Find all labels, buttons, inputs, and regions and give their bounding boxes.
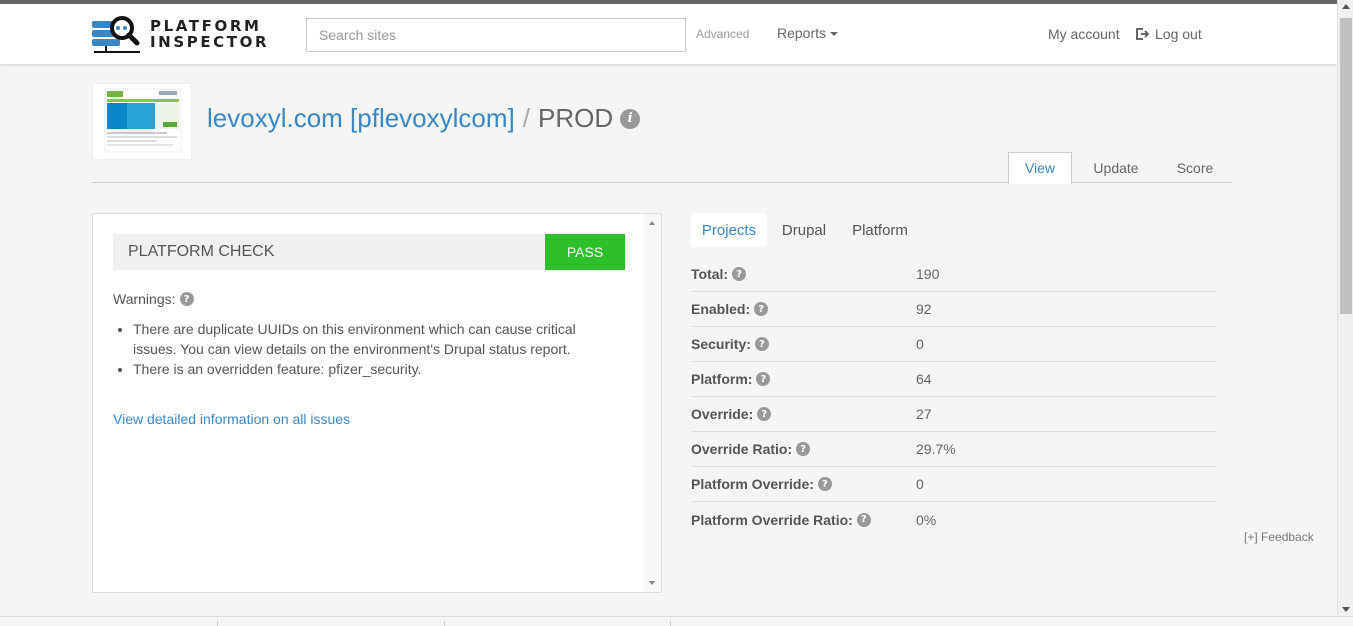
list-item: There is an overridden feature: pfizer_s… (133, 359, 593, 379)
my-account-link[interactable]: My account (1048, 26, 1120, 42)
search-sites-input[interactable] (306, 18, 686, 52)
page-vertical-scrollbar[interactable] (1337, 0, 1353, 616)
stat-label: Override: (691, 406, 754, 422)
stat-label: Total: (691, 266, 729, 282)
platform-check-title: PLATFORM CHECK (113, 234, 545, 270)
info-icon[interactable]: i (620, 108, 641, 129)
help-icon[interactable]: ? (754, 337, 769, 351)
logout-icon (1136, 28, 1149, 40)
table-row: Platform Override Ratio:? 0% (691, 502, 1216, 537)
table-row: Security:? 0 (691, 327, 1216, 362)
stat-value: 64 (916, 371, 932, 387)
top-navbar: PLATFORM INSPECTOR Advanced Reports My a… (0, 0, 1337, 64)
table-row: Enabled:? 92 (691, 292, 1216, 327)
environment-label: PROD (538, 103, 614, 133)
table-row: Override Ratio:? 29.7% (691, 432, 1216, 467)
table-row: Platform Override:? 0 (691, 467, 1216, 502)
stat-value: 29.7% (916, 441, 956, 457)
panel-scrollbar[interactable] (644, 214, 661, 592)
stat-label: Platform Override: (691, 476, 814, 492)
site-screenshot-thumbnail (92, 83, 192, 160)
logout-link[interactable]: Log out (1135, 26, 1202, 42)
warnings-label: Warnings: (113, 291, 176, 307)
bottom-edge (0, 616, 1353, 626)
stat-value: 0 (916, 336, 924, 352)
stat-value: 0 (916, 476, 924, 492)
logo-server-magnifier-icon (92, 13, 144, 55)
logo-text-line2: INSPECTOR (150, 33, 270, 51)
view-detailed-info-link[interactable]: View detailed information on all issues (113, 411, 350, 427)
scroll-down-arrow-icon[interactable] (649, 581, 655, 585)
stat-value: 27 (916, 406, 932, 422)
help-icon[interactable]: ? (856, 512, 871, 527)
platform-inspector-logo[interactable]: PLATFORM INSPECTOR (92, 12, 267, 56)
tab-view[interactable]: View (1008, 152, 1072, 184)
table-row: Platform:? 64 (691, 362, 1216, 397)
stat-label: Platform: (691, 371, 753, 387)
title-separator: / (522, 103, 530, 133)
tab-platform[interactable]: Platform (843, 213, 917, 247)
logout-label: Log out (1155, 26, 1202, 42)
caret-down-icon (830, 32, 839, 37)
platform-check-panel: PLATFORM CHECK PASS Warnings: ? There ar… (92, 213, 662, 593)
reports-dropdown[interactable]: Reports (777, 25, 839, 41)
tab-drupal[interactable]: Drupal (771, 213, 837, 247)
stats-table: Total:? 190 Enabled:? 92 Security:? 0 Pl… (691, 257, 1216, 537)
tab-update[interactable]: Update (1082, 152, 1150, 183)
stat-label: Enabled: (691, 301, 751, 317)
list-item: There are duplicate UUIDs on this enviro… (133, 319, 593, 359)
scroll-up-arrow-icon[interactable] (649, 221, 655, 225)
advanced-search-link[interactable]: Advanced (696, 27, 749, 41)
table-row: Override:? 27 (691, 397, 1216, 432)
feedback-toggle[interactable]: [+] Feedback (1244, 530, 1314, 544)
warnings-list: There are duplicate UUIDs on this enviro… (133, 319, 593, 379)
stat-value: 190 (916, 266, 940, 282)
help-icon[interactable]: ? (757, 407, 772, 421)
main-tabs: View Update Score (92, 152, 1232, 184)
help-icon[interactable]: ? (179, 292, 194, 306)
help-icon[interactable]: ? (796, 442, 811, 456)
stat-label: Security: (691, 336, 751, 352)
tab-score[interactable]: Score (1164, 152, 1226, 183)
stat-label: Platform Override Ratio: (691, 511, 853, 528)
reports-label: Reports (777, 25, 827, 41)
site-name-link[interactable]: levoxyl.com [pflevoxylcom] (207, 103, 515, 134)
stat-value: 92 (916, 301, 932, 317)
stat-value: 0% (916, 511, 937, 528)
scrollbar-thumb[interactable] (1340, 18, 1352, 314)
scroll-down-arrow-icon[interactable] (1342, 607, 1350, 612)
tab-projects[interactable]: Projects (691, 213, 767, 247)
help-icon[interactable]: ? (817, 477, 832, 491)
logo-text-line1: PLATFORM (150, 17, 262, 35)
help-icon[interactable]: ? (754, 302, 769, 316)
scroll-up-arrow-icon[interactable] (1342, 4, 1350, 9)
help-icon[interactable]: ? (756, 372, 771, 386)
status-badge: PASS (545, 234, 625, 270)
stat-label: Override Ratio: (691, 441, 793, 457)
table-row: Total:? 190 (691, 257, 1216, 292)
help-icon[interactable]: ? (732, 267, 747, 281)
